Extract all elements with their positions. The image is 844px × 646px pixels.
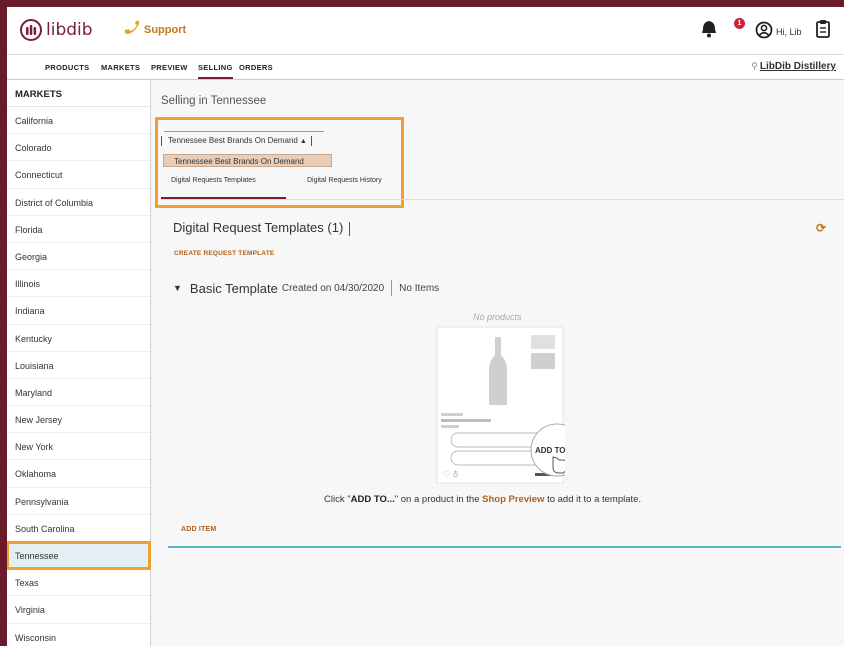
hint-pre: Click " — [324, 494, 351, 505]
sidebar-item-new-york[interactable]: New York — [7, 433, 150, 461]
create-request-template-link[interactable]: CREATE REQUEST TEMPLATE — [174, 250, 274, 257]
separator — [391, 280, 393, 296]
bottles-icon — [20, 19, 42, 41]
title-cursor — [349, 221, 351, 236]
sidebar-item-tennessee[interactable]: Tennessee — [7, 540, 151, 571]
template-row[interactable]: ▼ Basic Template Created on 04/30/2020 N… — [173, 280, 439, 296]
top-header: libdib Support 1 Hi, Lib — [7, 7, 844, 55]
distillery-name: LibDib Distillery — [759, 61, 836, 72]
add-item-button[interactable]: ADD ITEM — [181, 526, 216, 533]
support-link[interactable]: Support — [144, 24, 186, 36]
section-title-text: Digital Request Templates (1) — [173, 220, 344, 235]
hint-mid: " on a product in the — [394, 494, 483, 505]
clipboard-icon[interactable] — [815, 19, 831, 44]
tabs-divider — [161, 199, 844, 200]
nav-selling[interactable]: SELLING — [198, 63, 233, 79]
page-title: Selling in Tennessee — [161, 95, 267, 107]
location-pin-icon: ⚲ — [751, 61, 758, 71]
nav-preview[interactable]: PREVIEW — [151, 63, 188, 72]
sidebar-item-new-jersey[interactable]: New Jersey — [7, 406, 150, 434]
sidebar-item-wisconsin[interactable]: Wisconsin — [7, 624, 150, 646]
bell-icon[interactable] — [700, 19, 718, 44]
svg-text:♡ ♁: ♡ ♁ — [443, 470, 459, 479]
main-content: Selling in Tennessee Tennessee Best Bran… — [151, 80, 844, 646]
hint-text: Click "ADD TO..." on a product in the Sh… — [324, 494, 641, 505]
program-select-value: Tennessee Best Brands On Demand — [168, 136, 298, 146]
nav-products[interactable]: PRODUCTS — [45, 63, 90, 72]
sidebar-item-florida[interactable]: Florida — [7, 216, 150, 243]
sidebar-item-georgia[interactable]: Georgia — [7, 243, 150, 271]
sidebar-item-pennsylvania[interactable]: Pennsylvania — [7, 488, 150, 515]
sidebar-item-oklahoma[interactable]: Oklahoma — [7, 460, 150, 488]
add-to-button-label: ADD TO... — [535, 446, 565, 455]
no-products-label: No products — [473, 312, 522, 322]
markets-sidebar: MARKETS California Colorado Connecticut … — [7, 80, 151, 646]
section-title: Digital Request Templates (1) — [173, 220, 351, 236]
template-created-date: Created on 04/30/2020 — [281, 282, 385, 294]
sidebar-item-virginia[interactable]: Virginia — [7, 596, 150, 624]
template-item-count: No Items — [399, 282, 440, 294]
hint-post: to add it to a template. — [544, 494, 642, 505]
shop-preview-link[interactable]: Shop Preview — [482, 494, 544, 505]
sidebar-item-indiana[interactable]: Indiana — [7, 297, 150, 325]
sidebar-item-louisiana[interactable]: Louisiana — [7, 352, 150, 379]
user-icon[interactable] — [755, 21, 773, 44]
sidebar-item-colorado[interactable]: Colorado — [7, 134, 150, 162]
refresh-icon[interactable]: ⟳ — [816, 221, 826, 235]
sidebar-item-maryland[interactable]: Maryland — [7, 379, 150, 407]
user-greeting[interactable]: Hi, Lib — [776, 27, 802, 37]
notification-badge: 1 — [734, 18, 745, 29]
logo[interactable]: libdib — [20, 19, 93, 41]
sidebar-item-texas[interactable]: Texas — [7, 569, 150, 597]
dropdown-top-border — [164, 131, 324, 132]
tab-digital-requests-templates[interactable]: Digital Requests Templates — [171, 177, 256, 184]
sidebar-item-south-carolina[interactable]: South Carolina — [7, 515, 150, 542]
sidebar-item-illinois[interactable]: Illinois — [7, 270, 150, 298]
product-card-illustration: ♡ ♁ ADD TO... — [435, 325, 584, 485]
phone-icon — [122, 18, 142, 41]
sidebar-item-kentucky[interactable]: Kentucky — [7, 325, 150, 352]
hint-add-to: ADD TO... — [350, 494, 395, 505]
program-option[interactable]: Tennessee Best Brands On Demand — [163, 154, 332, 167]
sidebar-item-california[interactable]: California — [7, 107, 150, 135]
program-select[interactable]: Tennessee Best Brands On Demand ▲ — [161, 136, 312, 146]
template-name: Basic Template — [189, 280, 278, 296]
logo-text: libdib — [46, 20, 93, 40]
main-nav: PRODUCTS MARKETS PREVIEW SELLING ORDERS … — [7, 55, 844, 80]
select-divider — [310, 136, 312, 146]
caret-up-icon: ▲ — [299, 138, 307, 146]
template-footer-line — [168, 546, 841, 548]
sidebar-item-district-of-columbia[interactable]: District of Columbia — [7, 189, 150, 216]
sidebar-item-connecticut[interactable]: Connecticut — [7, 161, 150, 189]
sidebar-header: MARKETS — [7, 80, 150, 107]
nav-markets[interactable]: MARKETS — [101, 63, 140, 72]
tab-digital-requests-history[interactable]: Digital Requests History — [307, 177, 382, 184]
distillery-link[interactable]: ⚲ LibDib Distillery — [751, 61, 836, 72]
nav-orders[interactable]: ORDERS — [239, 63, 273, 72]
expand-triangle-icon[interactable]: ▼ — [173, 283, 182, 293]
app-frame: libdib Support 1 Hi, Lib PRODUCTS MARKET… — [7, 7, 844, 646]
